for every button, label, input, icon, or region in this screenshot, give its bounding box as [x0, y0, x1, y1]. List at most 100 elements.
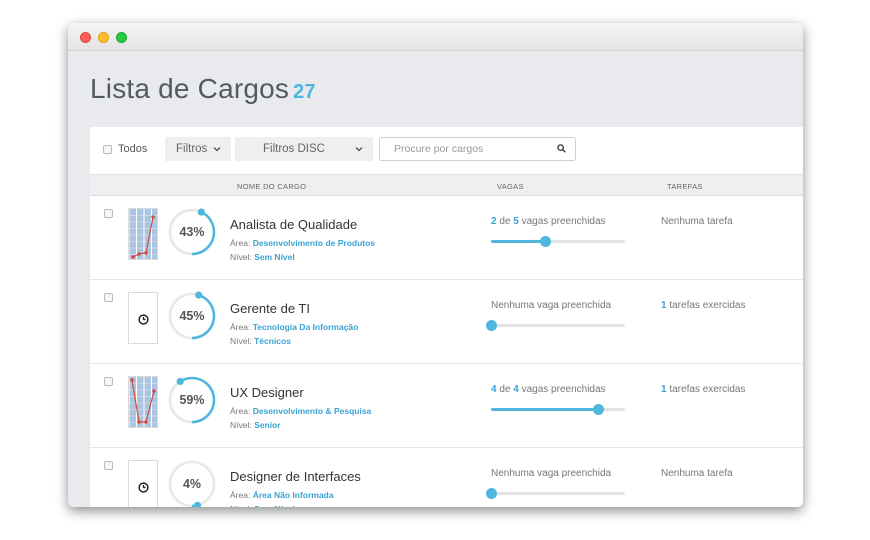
- nivel-value[interactable]: Sem Nível: [254, 504, 295, 507]
- disc-pending-thumbnail[interactable]: [128, 460, 158, 507]
- page-title-text: Lista de Cargos: [90, 73, 290, 104]
- tarefas-status: 1 tarefas exercidas: [661, 300, 746, 311]
- tarefas-status: Nenhuma tarefa: [661, 216, 733, 227]
- vagas-total-count: 4: [513, 384, 519, 395]
- table-row[interactable]: 59% UX Designer Área: Desenvolvimento & Pe…: [90, 364, 803, 448]
- chevron-down-icon: [355, 137, 363, 170]
- match-percent: 43%: [179, 225, 205, 239]
- tarefas-label: tarefas exercidas: [669, 300, 746, 311]
- area-value[interactable]: Desenvolvimento & Pesquisa: [253, 406, 372, 416]
- area-info: Área: Desenvolvimento & Pesquisa: [230, 406, 371, 416]
- vagas-status: 2 de 5 vagas preenchidas: [491, 216, 606, 227]
- nivel-info: Nível: Técnicos: [230, 336, 291, 346]
- table-row[interactable]: 4% Designer de Interfaces Área: Área Não I…: [90, 448, 803, 507]
- vagas-status: Nenhuma vaga preenchida: [491, 468, 611, 479]
- table-row[interactable]: 45% Gerente de TI Área: Tecnologia Da Info…: [90, 280, 803, 364]
- filtros-label: Filtros: [176, 143, 208, 155]
- maximize-window-button[interactable]: [116, 32, 127, 43]
- vagas-suffix: vagas preenchidas: [521, 216, 606, 227]
- search-input[interactable]: Procure por cargos: [379, 137, 576, 161]
- area-info: Área: Área Não Informada: [230, 490, 333, 500]
- area-label: Área:: [230, 490, 251, 500]
- vagas-progress-fill: [491, 240, 545, 243]
- tarefas-label: Nenhuma tarefa: [661, 216, 733, 227]
- area-value[interactable]: Tecnologia Da Informação: [253, 322, 359, 332]
- vagas-progress-knob: [486, 320, 497, 331]
- row-checkbox[interactable]: [104, 377, 113, 386]
- row-checkbox[interactable]: [104, 293, 113, 302]
- vagas-progress-fill: [491, 408, 599, 411]
- tarefas-label: Nenhuma tarefa: [661, 468, 733, 479]
- window-titlebar: [68, 23, 803, 51]
- nivel-value[interactable]: Senior: [254, 420, 280, 430]
- nivel-value[interactable]: Técnicos: [254, 336, 291, 346]
- area-value[interactable]: Área Não Informada: [253, 490, 334, 500]
- filtros-disc-label: Filtros DISC: [263, 143, 325, 155]
- vagas-progress-bar: [486, 320, 625, 331]
- nivel-label: Nível:: [230, 252, 252, 262]
- vagas-filled-count: 2: [491, 216, 497, 227]
- area-label: Área:: [230, 322, 251, 332]
- column-header-nome[interactable]: NOME DO CARGO: [237, 182, 306, 191]
- cargos-panel: Todos Filtros Filtros DISC Procure por c…: [90, 127, 803, 507]
- filtros-disc-dropdown[interactable]: Filtros DISC: [235, 137, 373, 161]
- vagas-of-label: de: [499, 216, 511, 227]
- disc-chart-thumbnail-graphic: [129, 377, 157, 427]
- vagas-progress-bar: [486, 488, 625, 499]
- match-percent: 4%: [182, 477, 202, 491]
- job-title[interactable]: UX Designer: [230, 385, 304, 400]
- job-title[interactable]: Designer de Interfaces: [230, 469, 361, 484]
- match-percent: 45%: [179, 309, 205, 323]
- tarefas-count: 1: [661, 384, 667, 395]
- column-header-vagas[interactable]: VAGAS: [497, 182, 524, 191]
- vagas-empty-text: Nenhuma vaga preenchida: [491, 300, 612, 311]
- clock-icon: [138, 314, 149, 325]
- disc-chart-thumbnail[interactable]: [128, 208, 158, 260]
- clock-icon: [138, 482, 149, 493]
- filtros-dropdown[interactable]: Filtros: [165, 137, 231, 161]
- close-window-button[interactable]: [80, 32, 91, 43]
- vagas-progress-knob: [539, 236, 551, 247]
- vagas-progress-bar: [491, 404, 625, 415]
- nivel-label: Nível:: [230, 336, 252, 346]
- nivel-label: Nível:: [230, 504, 252, 507]
- nivel-value[interactable]: Sem Nível: [254, 252, 295, 262]
- area-value[interactable]: Desenvolvimento de Produtos: [253, 238, 375, 248]
- cargo-count-badge: 27: [293, 81, 316, 103]
- match-percent: 59%: [179, 393, 205, 407]
- tarefas-status: 1 tarefas exercidas: [661, 384, 746, 395]
- tarefas-count: 1: [661, 300, 667, 311]
- job-title[interactable]: Gerente de TI: [230, 301, 310, 316]
- disc-chart-thumbnail-graphic: [129, 209, 157, 259]
- vagas-progress-knob: [486, 488, 497, 499]
- toolbar: Todos Filtros Filtros DISC Procure por c…: [90, 127, 803, 175]
- vagas-status: Nenhuma vaga preenchida: [491, 300, 611, 311]
- nivel-info: Nível: Senior: [230, 420, 281, 430]
- area-label: Área:: [230, 406, 251, 416]
- page-title: Lista de Cargos 27: [90, 73, 316, 105]
- vagas-progress-bar: [491, 236, 625, 247]
- vagas-progress-knob: [593, 404, 605, 415]
- tarefas-label: tarefas exercidas: [669, 384, 746, 395]
- search-icon[interactable]: [557, 144, 566, 153]
- vagas-total-count: 5: [513, 216, 519, 227]
- disc-pending-thumbnail[interactable]: [128, 292, 158, 344]
- disc-chart-thumbnail[interactable]: [128, 376, 158, 428]
- job-title[interactable]: Analista de Qualidade: [230, 217, 357, 232]
- table-header: NOME DO CARGO VAGAS TAREFAS: [90, 175, 803, 196]
- row-checkbox[interactable]: [104, 461, 113, 470]
- nivel-label: Nível:: [230, 420, 252, 430]
- select-all-label[interactable]: Todos: [118, 143, 147, 155]
- area-info: Área: Desenvolvimento de Produtos: [230, 238, 375, 248]
- column-header-tarefas[interactable]: TAREFAS: [667, 182, 703, 191]
- tarefas-status: Nenhuma tarefa: [661, 468, 733, 479]
- search-placeholder: Procure por cargos: [394, 143, 484, 155]
- chevron-down-icon: [213, 137, 221, 170]
- select-all-checkbox[interactable]: [103, 145, 112, 154]
- vagas-status: 4 de 4 vagas preenchidas: [491, 384, 606, 395]
- app-window: Lista de Cargos 27 Todos Filtros Filtros …: [68, 23, 803, 507]
- row-checkbox[interactable]: [104, 209, 113, 218]
- table-row[interactable]: 43% Analista de Qualidade Área: Desenvolvi…: [90, 196, 803, 280]
- minimize-window-button[interactable]: [98, 32, 109, 43]
- vagas-filled-count: 4: [491, 384, 497, 395]
